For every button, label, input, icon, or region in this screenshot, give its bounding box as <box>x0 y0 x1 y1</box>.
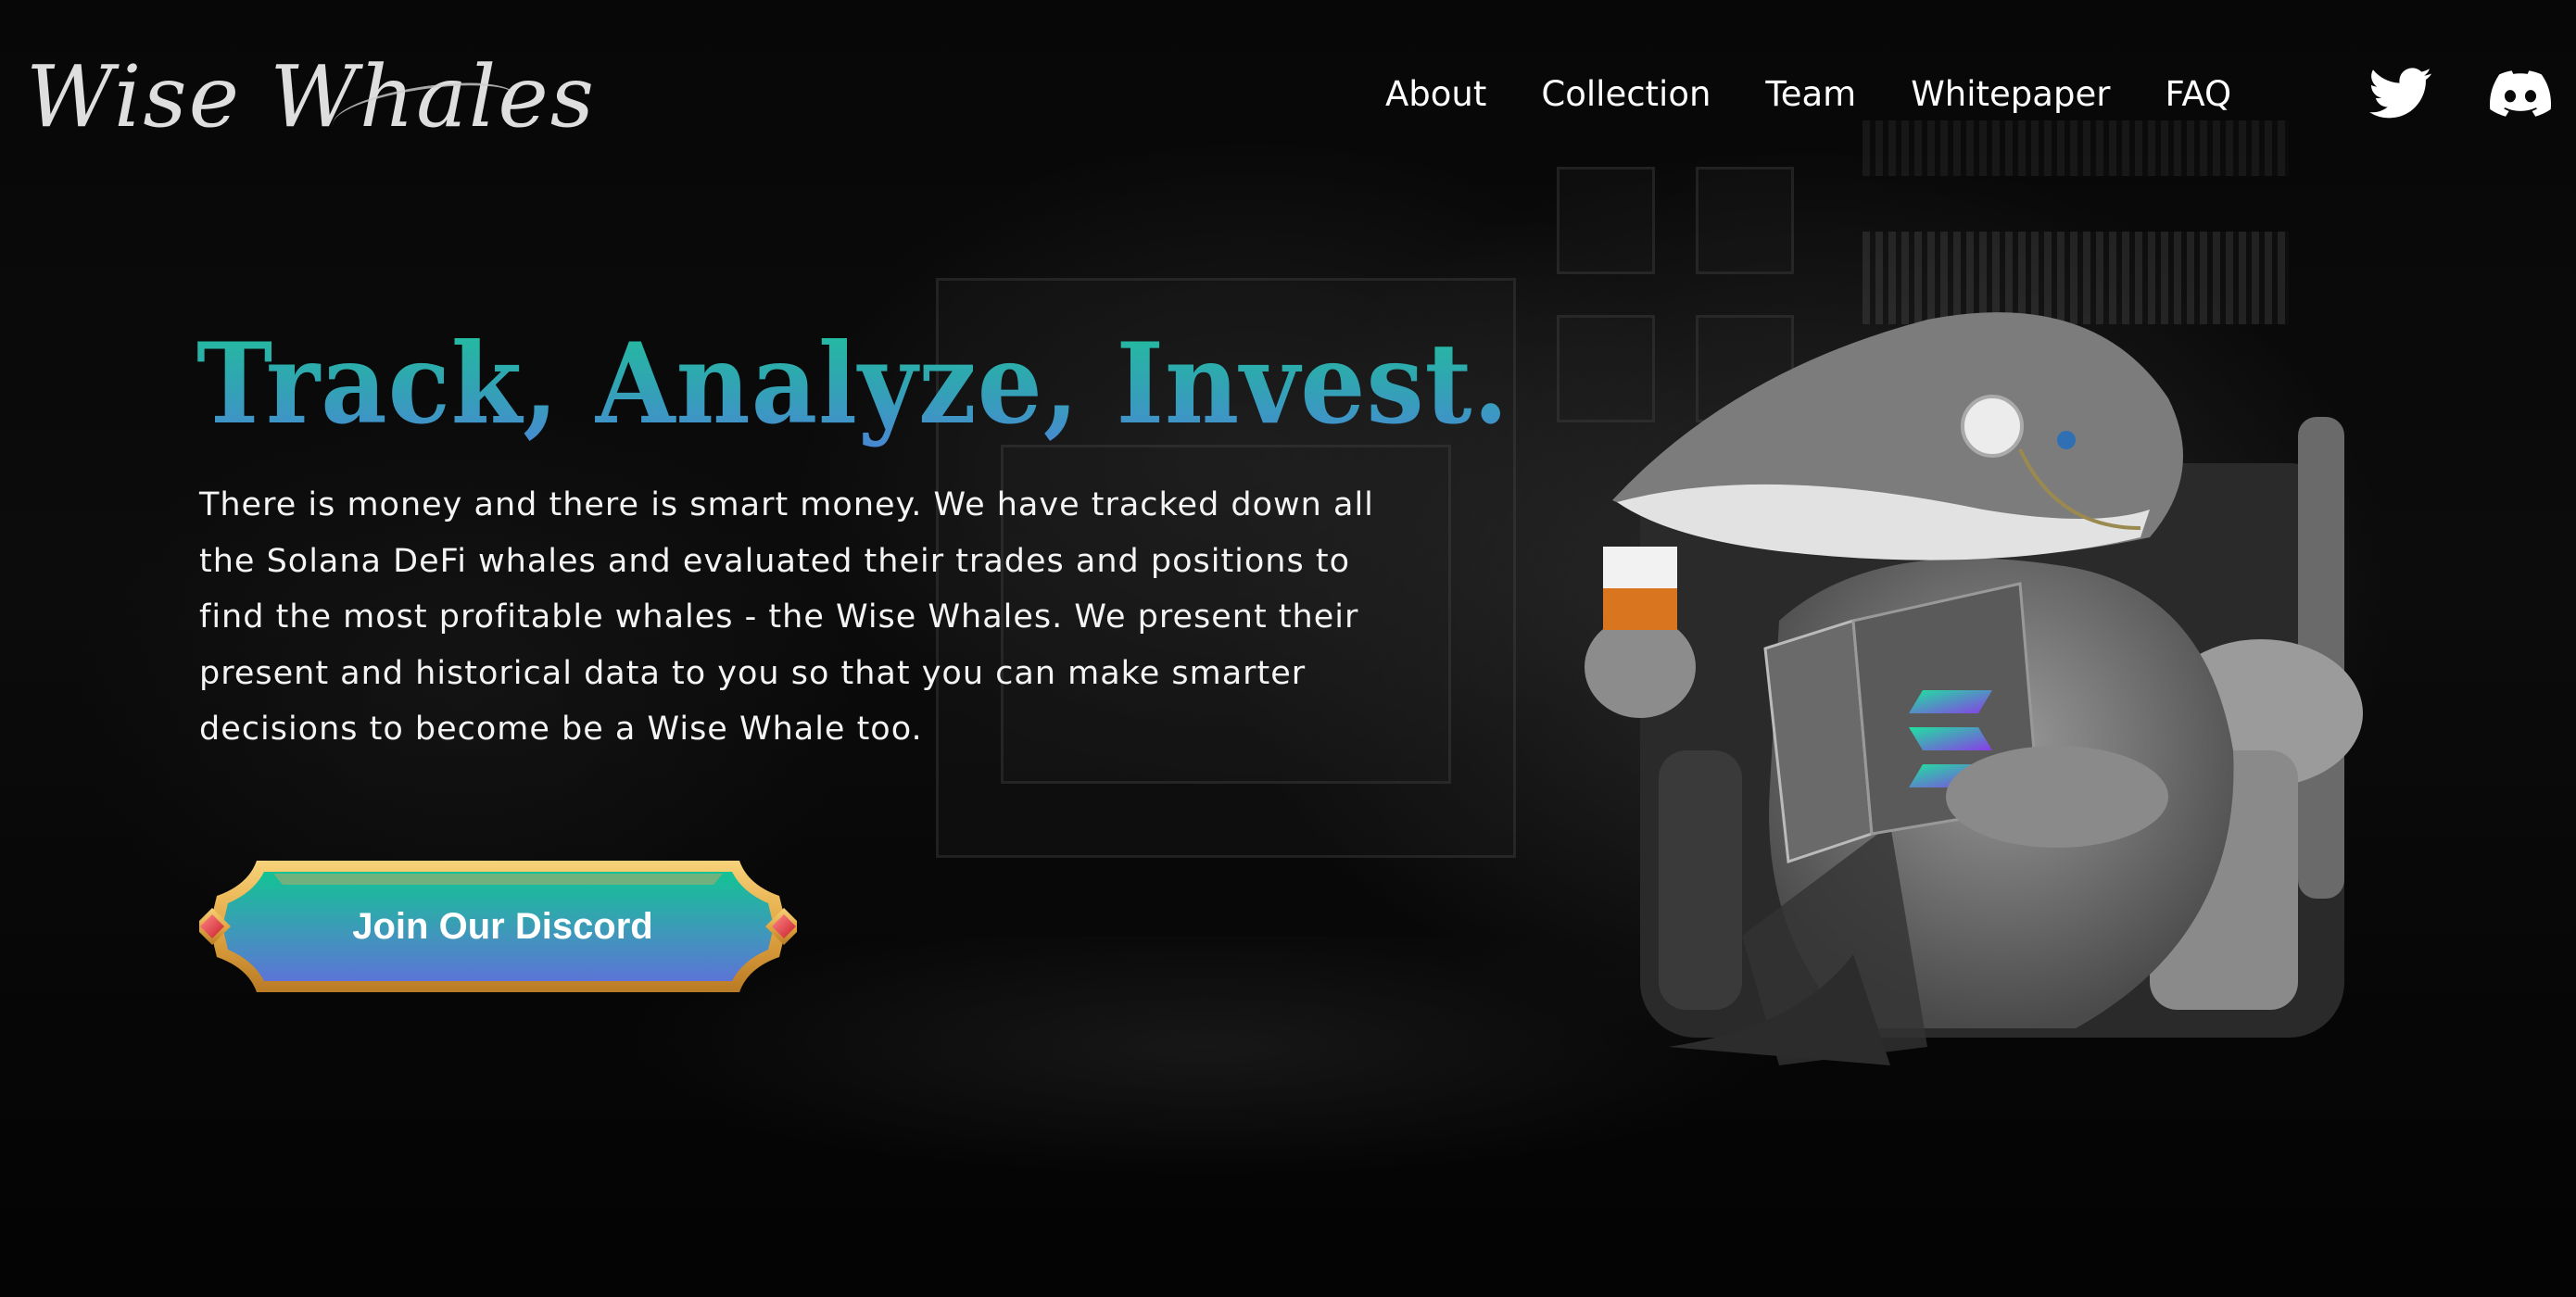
join-discord-button[interactable]: Join Our Discord <box>199 857 797 996</box>
twitter-icon <box>2369 68 2431 119</box>
join-discord-label: Join Our Discord <box>352 905 653 947</box>
whale-fin <box>1946 746 2168 848</box>
whale-illustration <box>1585 312 2363 1065</box>
discord-link[interactable] <box>2487 65 2554 122</box>
twitter-link[interactable] <box>2368 65 2433 122</box>
bookshelf <box>1863 120 2289 176</box>
discord-icon <box>2490 70 2551 117</box>
nav-about[interactable]: About <box>1385 67 1486 122</box>
whale-head <box>1612 312 2183 560</box>
nav-faq[interactable]: FAQ <box>2165 67 2231 122</box>
hero-description: There is money and there is smart money.… <box>199 486 1374 748</box>
monocle-icon <box>1961 395 2024 458</box>
nav-collection[interactable]: Collection <box>1541 67 1711 122</box>
main-nav: About Collection Team Whitepaper FAQ <box>1385 67 2286 122</box>
logo[interactable]: Wise Whales <box>26 42 594 153</box>
nav-whitepaper[interactable]: Whitepaper <box>1911 67 2110 122</box>
nav-team[interactable]: Team <box>1765 67 1856 122</box>
hero-headline: Track, Analyze, Invest. <box>196 315 1509 454</box>
